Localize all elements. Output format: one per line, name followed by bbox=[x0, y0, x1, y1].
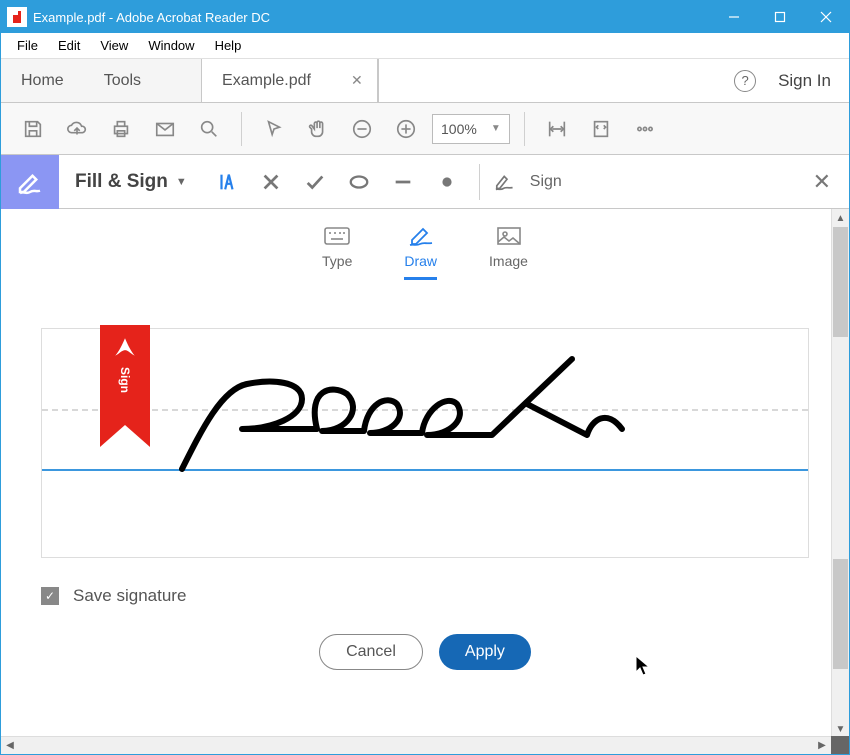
sign-tool-label: Sign bbox=[530, 173, 562, 191]
chevron-down-icon: ▼ bbox=[491, 123, 501, 134]
scroll-left-icon[interactable]: ◀ bbox=[1, 737, 19, 754]
help-icon[interactable]: ? bbox=[734, 70, 756, 92]
tab-document[interactable]: Example.pdf ✕ bbox=[201, 59, 378, 102]
cancel-button[interactable]: Cancel bbox=[319, 634, 423, 670]
text-tool-icon[interactable] bbox=[205, 160, 249, 204]
fit-width-icon[interactable] bbox=[539, 111, 575, 147]
menu-window[interactable]: Window bbox=[138, 35, 204, 56]
menu-edit[interactable]: Edit bbox=[48, 35, 90, 56]
sig-tab-image[interactable]: Image bbox=[489, 225, 528, 280]
search-icon[interactable] bbox=[191, 111, 227, 147]
menu-file[interactable]: File bbox=[7, 35, 48, 56]
menu-view[interactable]: View bbox=[90, 35, 138, 56]
tabbar: Home Tools Example.pdf ✕ ? Sign In bbox=[1, 59, 849, 103]
menu-help[interactable]: Help bbox=[205, 35, 252, 56]
x-mark-icon[interactable] bbox=[249, 160, 293, 204]
apply-button[interactable]: Apply bbox=[439, 634, 531, 670]
sig-tab-draw[interactable]: Draw bbox=[404, 225, 437, 280]
content-area: ▲ ▼ Type Draw Image Sign bbox=[1, 209, 849, 738]
tab-document-label: Example.pdf bbox=[222, 72, 311, 90]
save-signature-label: Save signature bbox=[73, 586, 186, 606]
sign-here-ribbon: Sign bbox=[100, 325, 150, 455]
sig-tab-draw-label: Draw bbox=[404, 253, 437, 269]
selection-icon[interactable] bbox=[256, 111, 292, 147]
save-signature-row: ✓ Save signature bbox=[41, 586, 809, 606]
signature-canvas[interactable]: Sign bbox=[41, 328, 809, 558]
cloud-upload-icon[interactable] bbox=[59, 111, 95, 147]
drawn-signature bbox=[172, 339, 672, 499]
menubar: File Edit View Window Help bbox=[1, 33, 849, 59]
line-icon[interactable] bbox=[381, 160, 425, 204]
hand-icon[interactable] bbox=[300, 111, 336, 147]
image-icon bbox=[495, 225, 523, 247]
zoom-in-icon[interactable] bbox=[388, 111, 424, 147]
fill-sign-toolbar: Fill & Sign ▼ Sign ✕ bbox=[1, 155, 849, 209]
pen-icon bbox=[407, 225, 435, 247]
tab-tools[interactable]: Tools bbox=[84, 59, 161, 102]
save-signature-checkbox[interactable]: ✓ bbox=[41, 587, 59, 605]
cursor-icon bbox=[634, 654, 652, 676]
sig-tab-image-label: Image bbox=[489, 253, 528, 269]
close-toolbar-icon[interactable]: ✕ bbox=[813, 169, 831, 195]
keyboard-icon bbox=[323, 225, 351, 247]
sign-in-link[interactable]: Sign In bbox=[778, 71, 831, 91]
maximize-button[interactable] bbox=[757, 1, 803, 33]
sign-tool[interactable]: Sign bbox=[494, 172, 562, 192]
window-title: Example.pdf - Adobe Acrobat Reader DC bbox=[33, 10, 711, 25]
scroll-right-icon[interactable]: ▶ bbox=[813, 737, 831, 754]
horizontal-scrollbar[interactable]: ◀ ▶ bbox=[1, 736, 831, 754]
zoom-out-icon[interactable] bbox=[344, 111, 380, 147]
app-icon bbox=[7, 7, 27, 27]
close-button[interactable] bbox=[803, 1, 849, 33]
circle-icon[interactable] bbox=[337, 160, 381, 204]
fill-sign-active-icon[interactable] bbox=[1, 155, 59, 209]
zoom-value: 100% bbox=[441, 121, 477, 137]
titlebar: Example.pdf - Adobe Acrobat Reader DC bbox=[1, 1, 849, 33]
scrollbar-corner bbox=[831, 736, 849, 754]
fit-page-icon[interactable] bbox=[583, 111, 619, 147]
zoom-select[interactable]: 100% ▼ bbox=[432, 114, 510, 144]
print-icon[interactable] bbox=[103, 111, 139, 147]
tab-home[interactable]: Home bbox=[1, 59, 84, 102]
dialog-buttons: Cancel Apply bbox=[1, 634, 849, 670]
main-toolbar: 100% ▼ bbox=[1, 103, 849, 155]
acrobat-logo-icon bbox=[112, 335, 138, 361]
scroll-thumb[interactable] bbox=[833, 227, 848, 337]
scroll-up-icon[interactable]: ▲ bbox=[832, 209, 849, 227]
dot-icon[interactable] bbox=[425, 160, 469, 204]
email-icon[interactable] bbox=[147, 111, 183, 147]
more-icon[interactable] bbox=[627, 111, 663, 147]
checkmark-icon[interactable] bbox=[293, 160, 337, 204]
sig-tab-type-label: Type bbox=[322, 253, 352, 269]
sign-here-label: Sign bbox=[118, 367, 132, 393]
tab-close-icon[interactable]: ✕ bbox=[351, 72, 363, 89]
chevron-down-icon[interactable]: ▼ bbox=[176, 176, 187, 188]
minimize-button[interactable] bbox=[711, 1, 757, 33]
signature-method-tabs: Type Draw Image bbox=[1, 209, 849, 288]
sig-tab-type[interactable]: Type bbox=[322, 225, 352, 280]
fill-sign-label: Fill & Sign bbox=[75, 171, 168, 193]
save-icon[interactable] bbox=[15, 111, 51, 147]
